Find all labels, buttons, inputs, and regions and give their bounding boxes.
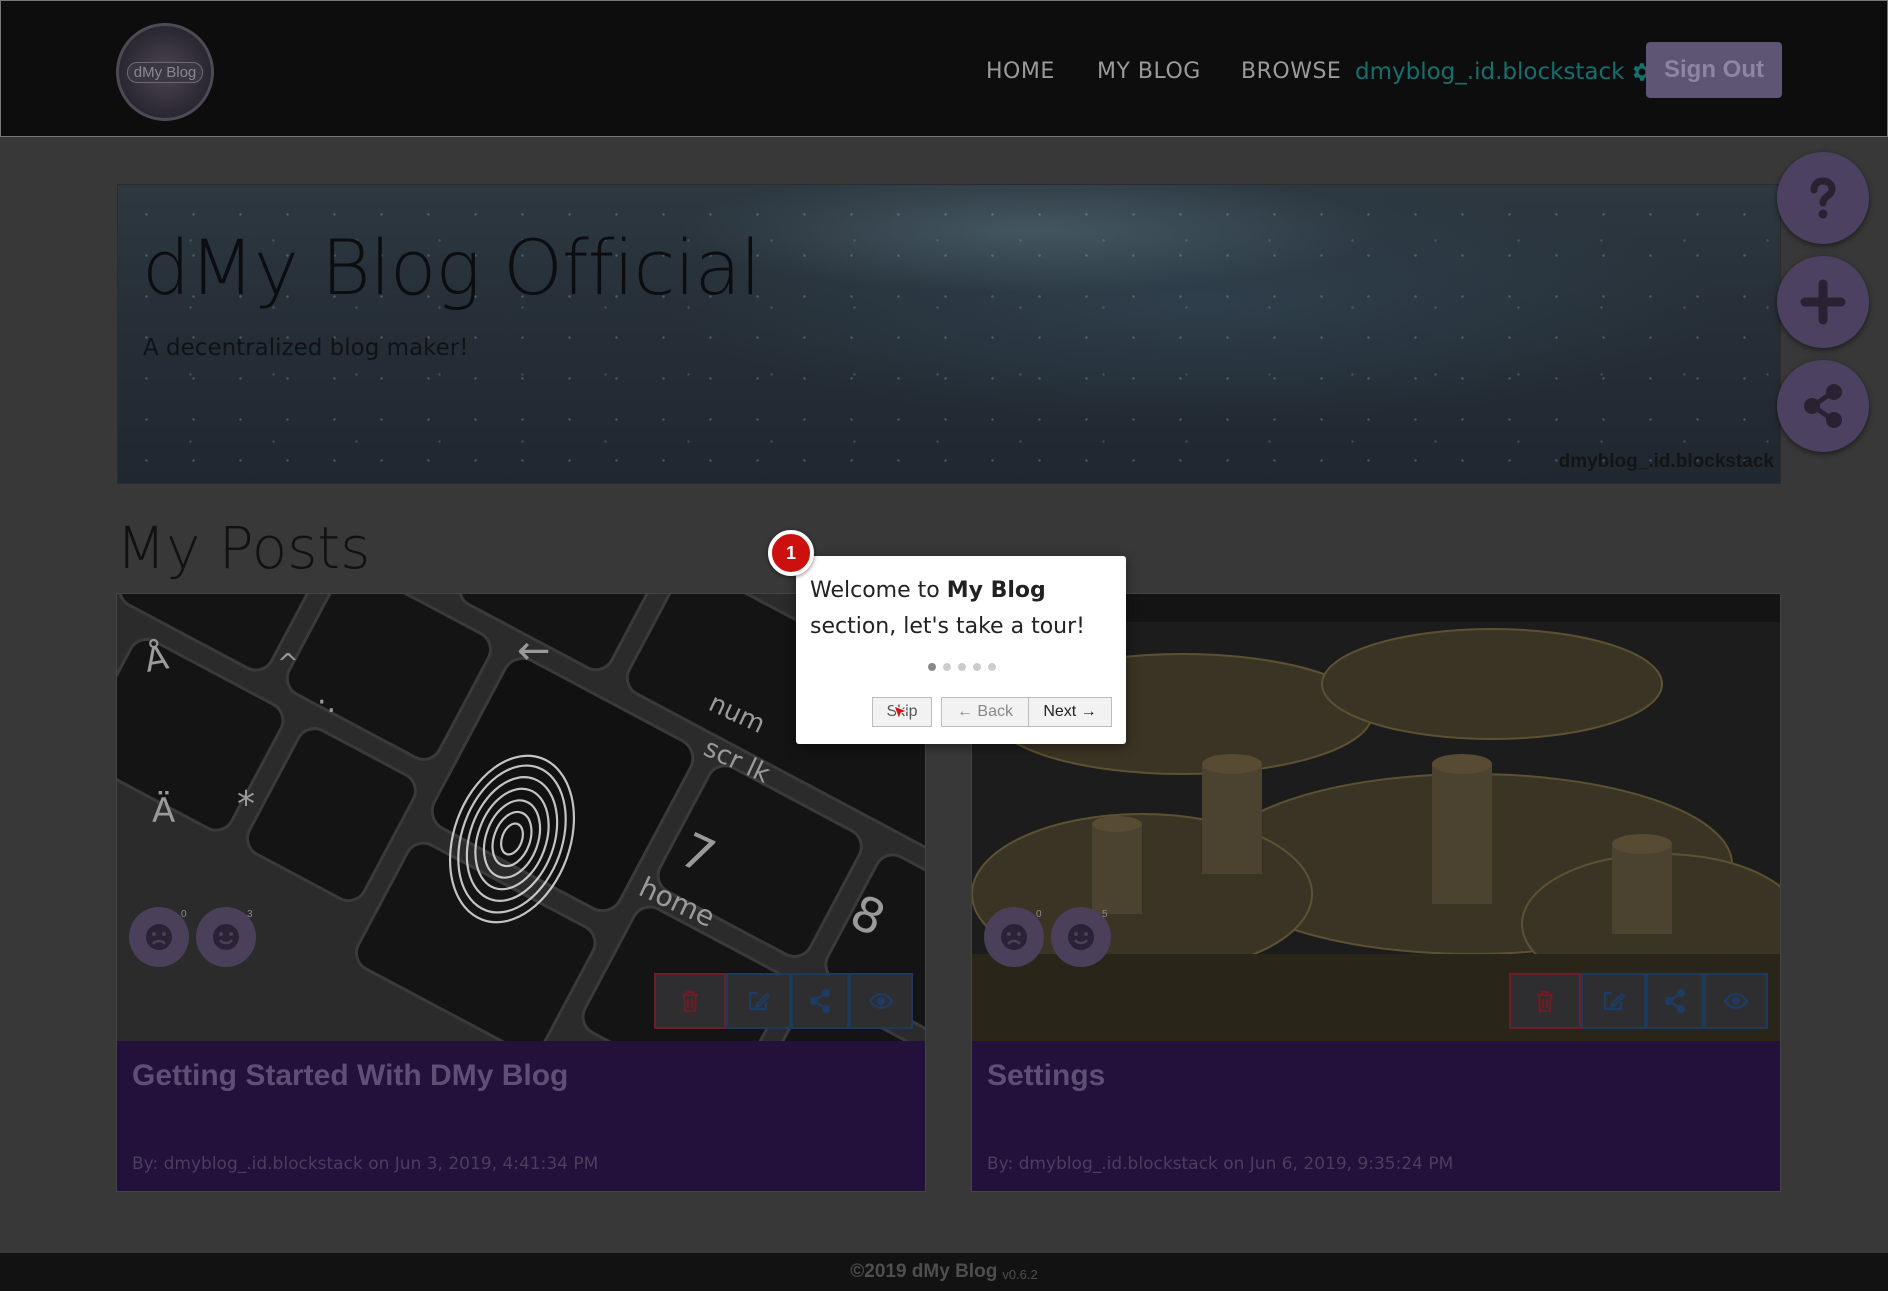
delete-post-button[interactable] bbox=[654, 973, 726, 1029]
sign-out-button[interactable]: Sign Out bbox=[1646, 42, 1782, 98]
blog-author: dmyblog_.id.blockstack bbox=[1558, 451, 1774, 472]
new-post-button[interactable] bbox=[1777, 256, 1869, 348]
username-label: dmyblog_.id.blockstack bbox=[1355, 59, 1625, 85]
tour-message-highlight: My Blog bbox=[946, 578, 1046, 603]
happy-count: 5 bbox=[1102, 909, 1108, 920]
happy-face-icon bbox=[213, 924, 239, 950]
tour-progress-dot[interactable] bbox=[988, 663, 996, 671]
post-card-body: Getting Started With DMy Blog By: dmyblo… bbox=[117, 1041, 925, 1191]
view-post-button[interactable] bbox=[849, 973, 913, 1029]
share-icon bbox=[810, 989, 830, 1013]
nav-browse-link[interactable]: BROWSE bbox=[1241, 59, 1341, 84]
blog-title: dMy Blog Official bbox=[142, 223, 761, 312]
sad-face-icon bbox=[146, 924, 172, 950]
nav-my-blog-link[interactable]: MY BLOG bbox=[1097, 59, 1201, 84]
post-meta: By: dmyblog_.id.blockstack on Jun 6, 201… bbox=[987, 1154, 1454, 1174]
sad-count: 0 bbox=[1036, 909, 1042, 920]
tour-step-badge: 1 bbox=[768, 530, 814, 576]
tour-progress-dots bbox=[928, 663, 996, 671]
footer: ©2019 dMy Blog v0.6.2 bbox=[0, 1253, 1888, 1291]
svg-text:Ä: Ä bbox=[152, 791, 175, 831]
footer-version: v0.6.2 bbox=[1002, 1266, 1038, 1282]
sad-reaction-button[interactable] bbox=[984, 907, 1044, 967]
plus-icon bbox=[1800, 279, 1846, 325]
trash-icon bbox=[682, 990, 698, 1013]
view-post-button[interactable] bbox=[1704, 973, 1768, 1029]
happy-count: 3 bbox=[247, 909, 253, 920]
tour-progress-dot[interactable] bbox=[928, 663, 936, 671]
share-blog-button[interactable] bbox=[1777, 360, 1869, 452]
blog-header-banner: dMy Blog Official A decentralized blog m… bbox=[117, 184, 1781, 484]
post-actions bbox=[1509, 973, 1768, 1029]
logo-text: dMy Blog bbox=[126, 61, 204, 83]
edit-post-button[interactable] bbox=[726, 973, 791, 1029]
question-icon bbox=[1810, 177, 1836, 219]
happy-face-icon bbox=[1068, 924, 1094, 950]
my-posts-heading: My Posts bbox=[116, 514, 371, 582]
tour-message: Welcome to My Blog section, let's take a… bbox=[810, 578, 1085, 639]
post-title[interactable]: Settings bbox=[987, 1059, 1105, 1093]
mouse-cursor-icon bbox=[893, 705, 909, 721]
navbar: dMy Blog HOME MY BLOG BROWSE dmyblog_.id… bbox=[0, 0, 1888, 137]
post-title[interactable]: Getting Started With DMy Blog bbox=[132, 1059, 568, 1093]
svg-text:*: * bbox=[237, 784, 255, 825]
nav-home-link[interactable]: HOME bbox=[986, 59, 1055, 84]
footer-copyright: ©2019 dMy Blog bbox=[850, 1261, 998, 1282]
svg-text:^: ^ bbox=[277, 649, 299, 679]
tour-popover: Welcome to My Blog section, let's take a… bbox=[796, 556, 1126, 744]
logo[interactable]: dMy Blog bbox=[116, 23, 214, 121]
sad-count: 0 bbox=[181, 909, 187, 920]
tour-progress-dot[interactable] bbox=[958, 663, 966, 671]
delete-post-button[interactable] bbox=[1509, 973, 1581, 1029]
edit-icon bbox=[1603, 991, 1625, 1011]
tour-next-button[interactable]: Next → bbox=[1028, 697, 1112, 727]
share-post-button[interactable] bbox=[1646, 973, 1704, 1029]
trash-icon bbox=[1537, 990, 1553, 1013]
blog-subtitle: A decentralized blog maker! bbox=[143, 335, 469, 361]
post-card-body: Settings By: dmyblog_.id.blockstack on J… bbox=[972, 1041, 1780, 1191]
share-icon bbox=[1665, 989, 1685, 1013]
post-actions bbox=[654, 973, 913, 1029]
tour-progress-dot[interactable] bbox=[973, 663, 981, 671]
eye-icon bbox=[868, 993, 894, 1009]
share-icon bbox=[1804, 384, 1842, 428]
share-post-button[interactable] bbox=[791, 973, 849, 1029]
svg-text:←: ← bbox=[517, 628, 551, 674]
tour-back-button[interactable]: ← Back bbox=[941, 697, 1029, 727]
user-settings-link[interactable]: dmyblog_.id.blockstack bbox=[1355, 59, 1654, 85]
edit-icon bbox=[748, 991, 770, 1011]
post-meta: By: dmyblog_.id.blockstack on Jun 3, 201… bbox=[132, 1154, 599, 1174]
sad-reaction-button[interactable] bbox=[129, 907, 189, 967]
sad-face-icon bbox=[1001, 924, 1027, 950]
help-button[interactable] bbox=[1777, 152, 1869, 244]
eye-icon bbox=[1723, 993, 1749, 1009]
svg-text:·.: ·. bbox=[317, 685, 336, 720]
edit-post-button[interactable] bbox=[1581, 973, 1646, 1029]
tour-progress-dot[interactable] bbox=[943, 663, 951, 671]
